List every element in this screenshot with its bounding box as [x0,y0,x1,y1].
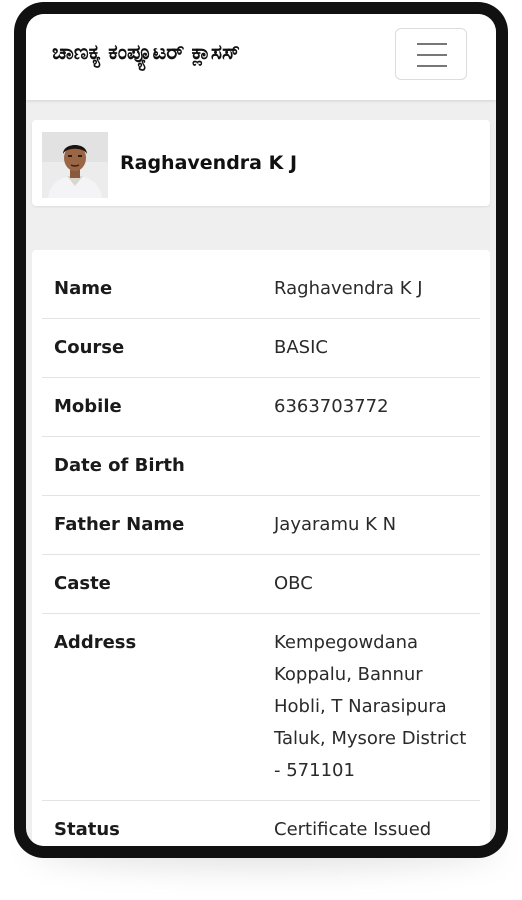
phone-screen: ಚಾಣಕ್ಯ ಕಂಪ್ಯೂಟರ್ ಕ್ಲಾಸಸ್ Raghavendra K J… [26,14,496,846]
row-label: Status [42,800,262,846]
row-label: Name [42,260,262,319]
person-photo-icon [42,132,108,198]
row-value: BASIC [262,318,480,378]
table-row: Mobile 6363703772 [42,377,480,437]
row-label: Mobile [42,377,262,437]
menu-toggle-button[interactable] [395,28,467,80]
row-label: Address [42,613,262,801]
hamburger-menu-icon [417,43,447,45]
row-label: Caste [42,554,262,614]
row-value: Kempegowdana Koppalu, Bannur Hobli, T Na… [262,613,480,801]
row-value: 6363703772 [262,377,480,437]
hamburger-menu-icon-line [417,54,447,56]
row-value: Jayaramu K N [262,495,480,555]
student-photo [42,132,108,198]
table-row: Address Kempegowdana Koppalu, Bannur Hob… [42,613,480,801]
profile-card: Raghavendra K J [32,120,490,206]
row-label: Date of Birth [42,436,262,496]
row-label: Father Name [42,495,262,555]
table-row: Caste OBC [42,554,480,614]
hamburger-menu-icon-line [417,65,447,67]
navbar: ಚಾಣಕ್ಯ ಕಂಪ್ಯೂಟರ್ ಕ್ಲಾಸಸ್ [26,14,496,100]
row-value: Certificate Issued [262,800,480,846]
phone-frame: ಚಾಣಕ್ಯ ಕಂಪ್ಯೂಟರ್ ಕ್ಲಾಸಸ್ Raghavendra K J… [14,2,508,858]
row-value: Raghavendra K J [262,260,480,319]
student-details-card: Name Raghavendra K J Course BASIC Mobile… [32,250,490,846]
row-label: Course [42,318,262,378]
row-value [262,436,480,496]
row-value: OBC [262,554,480,614]
brand-title[interactable]: ಚಾಣಕ್ಯ ಕಂಪ್ಯೂಟರ್ ಕ್ಲಾಸಸ್ [52,40,240,65]
table-row: Course BASIC [42,318,480,378]
student-details-table: Name Raghavendra K J Course BASIC Mobile… [42,260,480,846]
table-row: Father Name Jayaramu K N [42,495,480,555]
table-row: Date of Birth [42,436,480,496]
table-row: Name Raghavendra K J [42,260,480,319]
table-row: Status Certificate Issued [42,800,480,846]
profile-name: Raghavendra K J [120,152,298,174]
